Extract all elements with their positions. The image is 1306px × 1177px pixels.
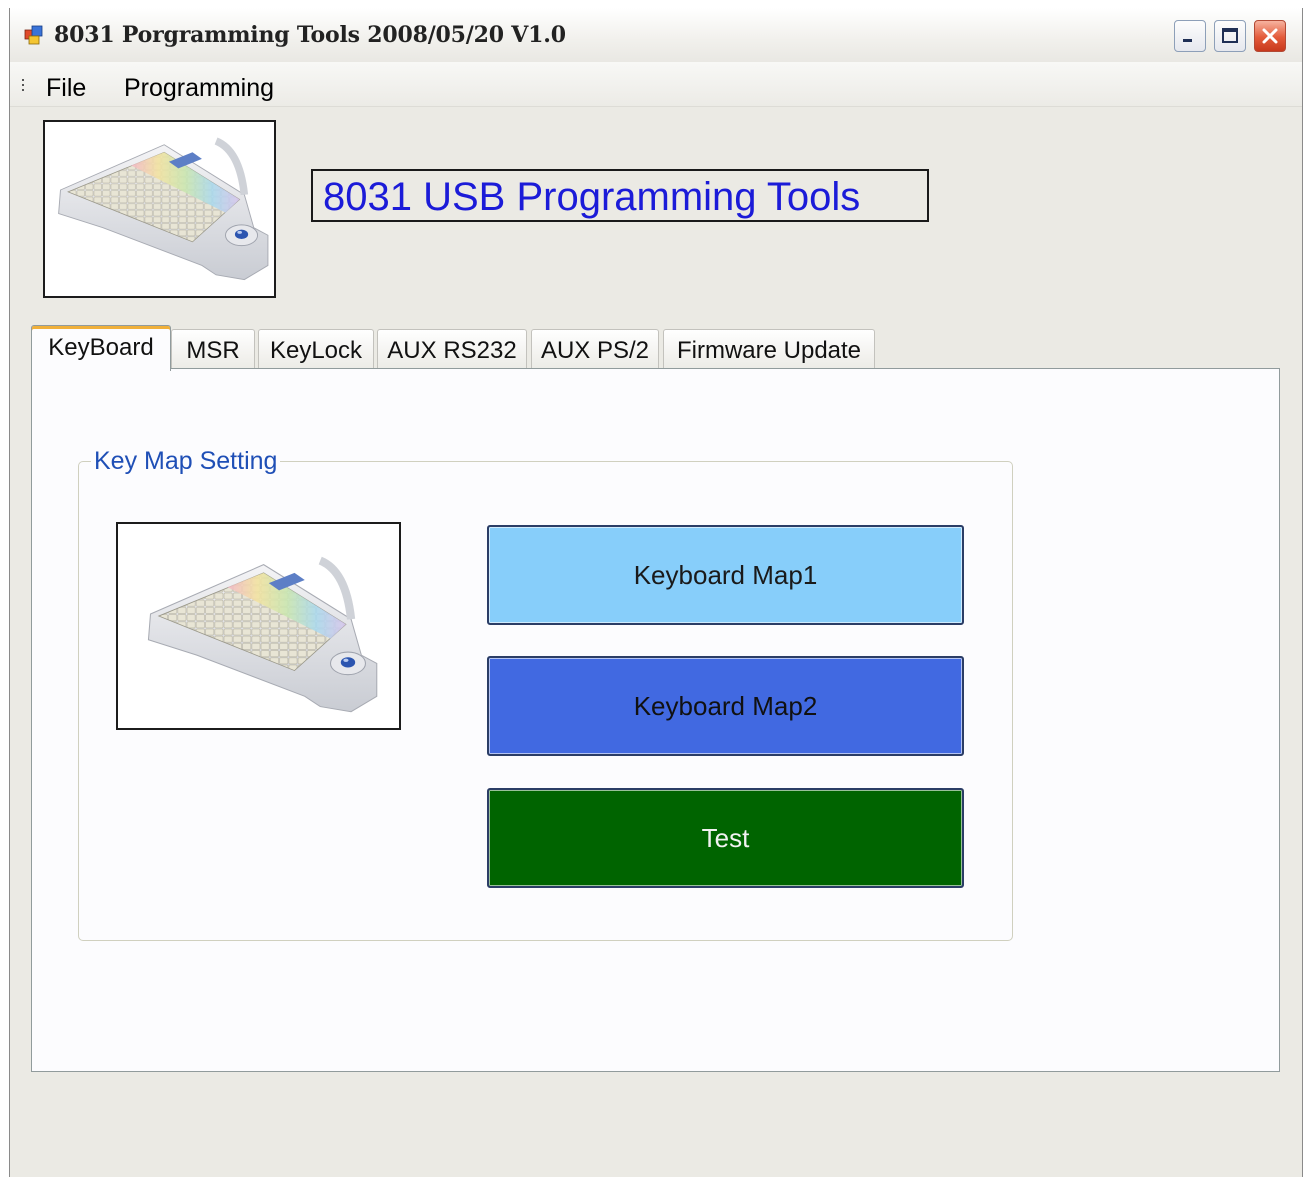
header-keyboard-image	[43, 120, 276, 298]
tab-aux-rs232[interactable]: AUX RS232	[377, 329, 527, 369]
keyboard-image-icon	[118, 524, 399, 728]
group-legend: Key Map Setting	[91, 447, 281, 476]
menu-grip-icon	[22, 79, 24, 91]
menu-file[interactable]: File	[46, 74, 86, 103]
keyboard-map2-button[interactable]: Keyboard Map2	[487, 656, 964, 756]
application-window: 8031 Porgramming Tools 2008/05/20 V1.0 F…	[9, 8, 1303, 1177]
tab-msr[interactable]: MSR	[171, 329, 255, 369]
title-bar[interactable]: 8031 Porgramming Tools 2008/05/20 V1.0	[10, 8, 1302, 63]
keymap-keyboard-image	[116, 522, 401, 730]
close-button[interactable]	[1254, 20, 1286, 52]
menu-programming[interactable]: Programming	[124, 74, 274, 103]
minimize-button[interactable]	[1174, 20, 1206, 52]
close-icon	[1262, 28, 1278, 44]
tab-aux-ps2[interactable]: AUX PS/2	[531, 329, 659, 369]
maximize-button[interactable]	[1214, 20, 1246, 52]
maximize-icon	[1222, 28, 1238, 43]
tab-keyboard[interactable]: KeyBoard	[31, 325, 171, 371]
tab-firmware-update[interactable]: Firmware Update	[663, 329, 875, 369]
minimize-icon	[1183, 39, 1192, 42]
keyboard-map1-button[interactable]: Keyboard Map1	[487, 525, 964, 625]
header-title: 8031 USB Programming Tools	[323, 175, 861, 219]
app-icon	[24, 25, 43, 45]
header-title-box: 8031 USB Programming Tools	[311, 169, 929, 222]
menu-bar: File Programming	[10, 62, 1302, 107]
tab-keylock[interactable]: KeyLock	[258, 329, 374, 369]
keyboard-image-icon	[45, 122, 274, 296]
test-button[interactable]: Test	[487, 788, 964, 888]
window-title: 8031 Porgramming Tools 2008/05/20 V1.0	[54, 22, 566, 48]
